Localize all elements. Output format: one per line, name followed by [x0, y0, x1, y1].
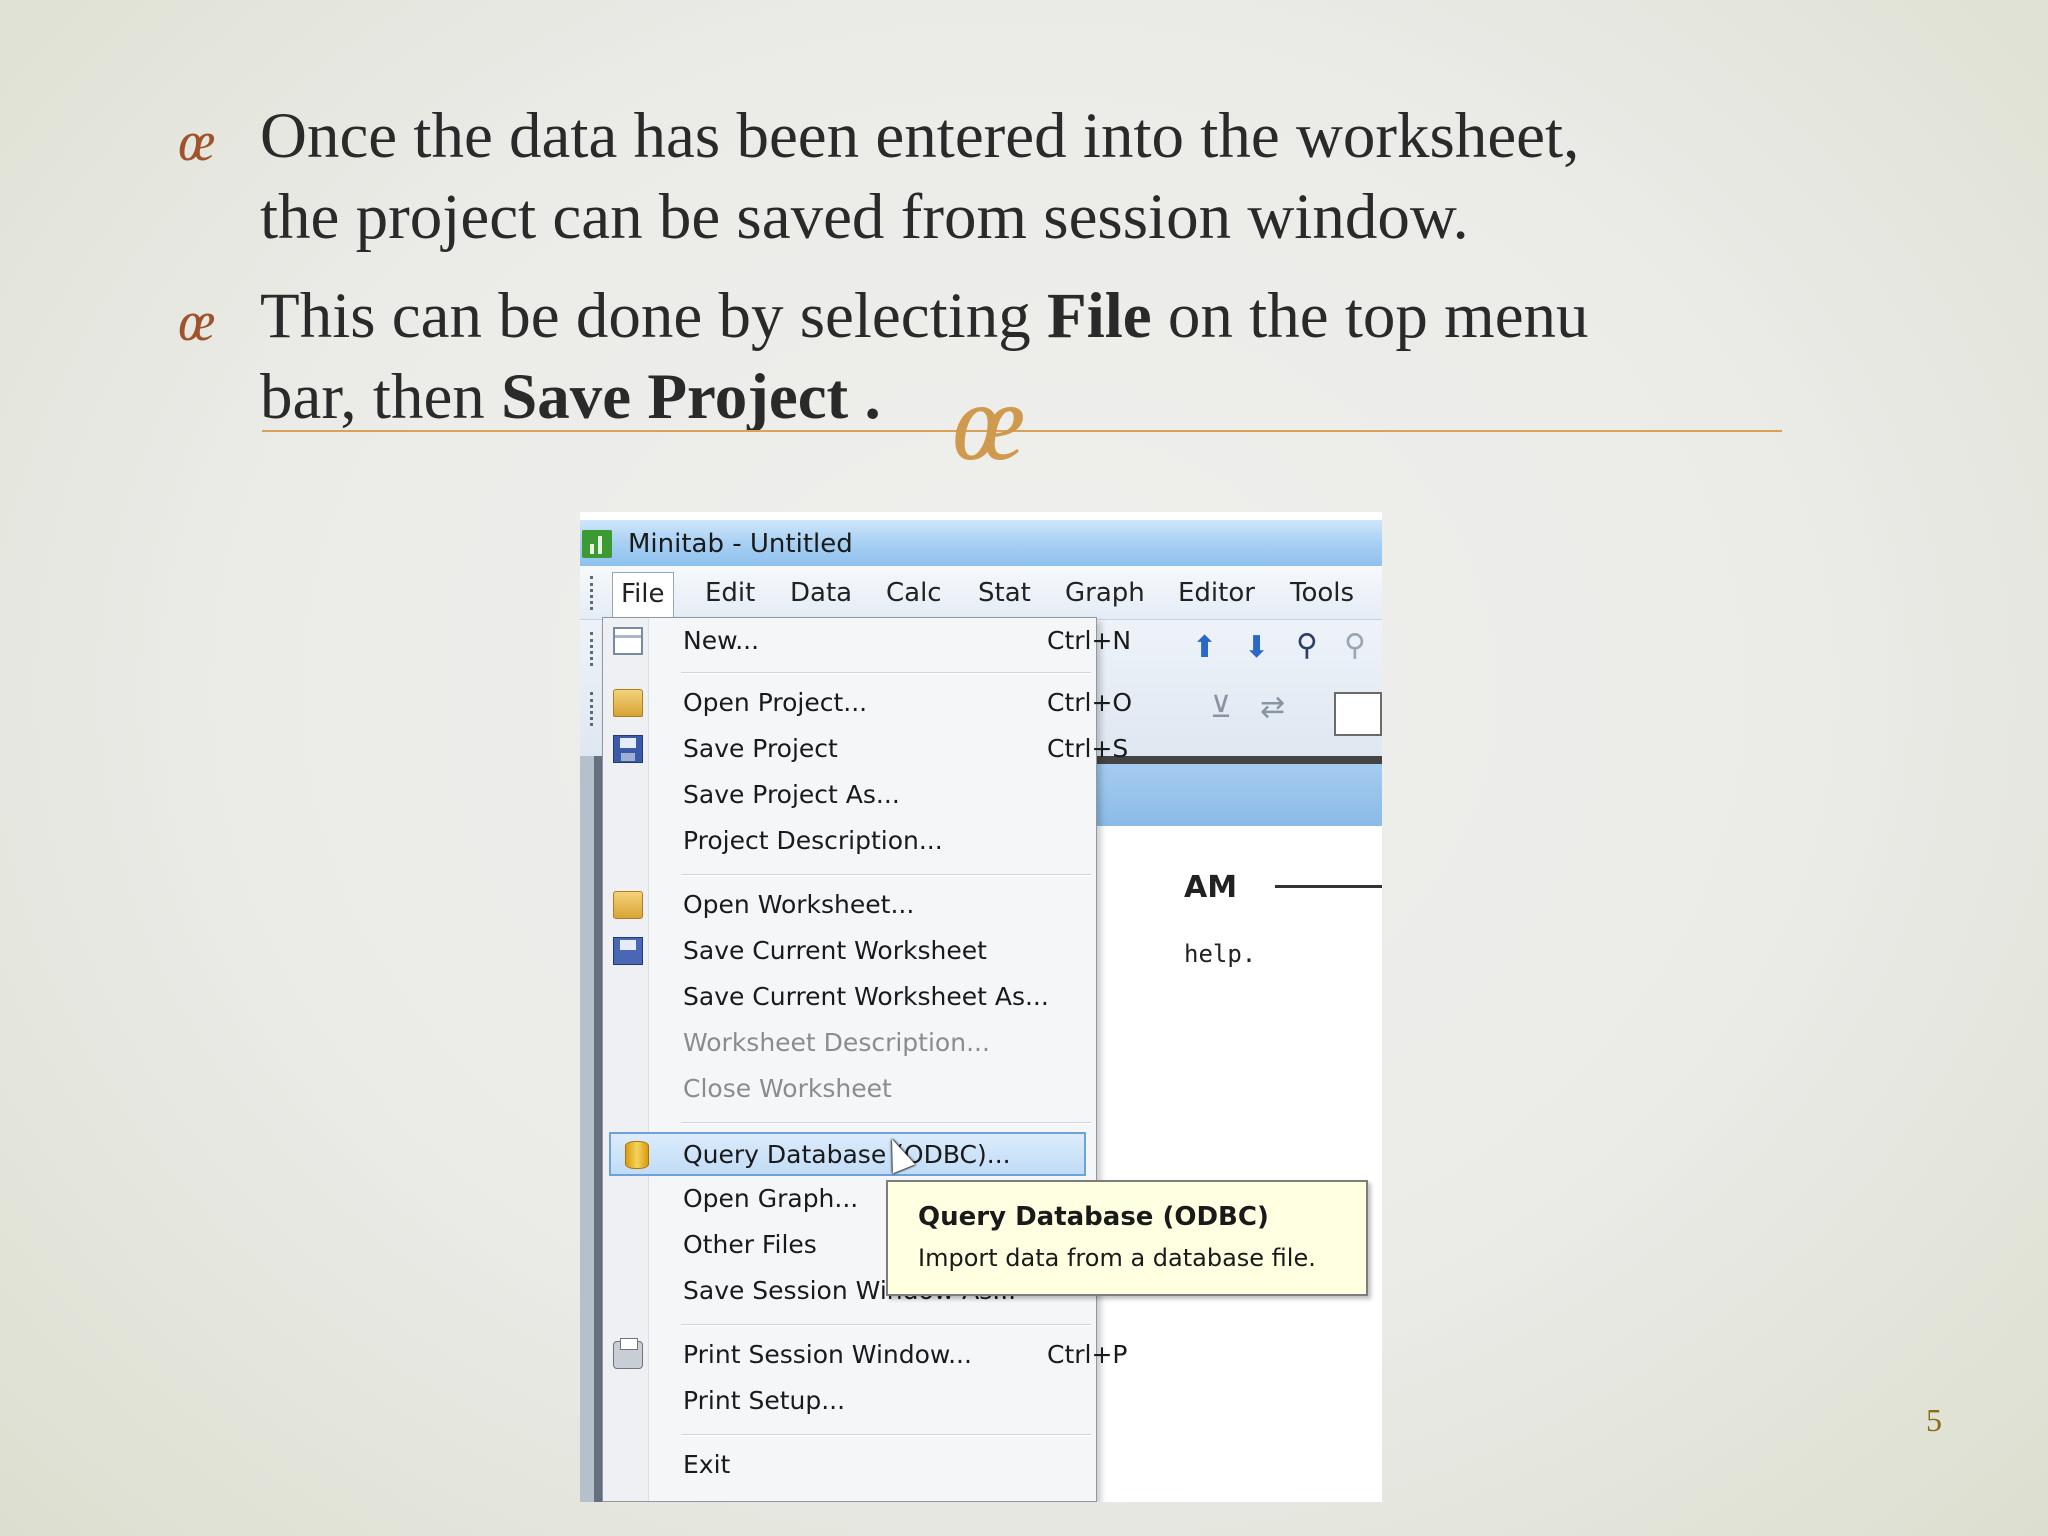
menubar-grip-icon[interactable] — [590, 576, 594, 610]
binoculars-icon[interactable]: ⚲ — [1296, 628, 1318, 663]
open-worksheet-folder-icon — [613, 891, 643, 919]
menu-item-project-description[interactable]: Project Description... — [603, 820, 1096, 864]
minitab-screenshot: Minitab - Untitled File Edit Data Calc S… — [580, 512, 1382, 1502]
bullet-1-line-2: the project can be saved from session wi… — [260, 181, 1469, 253]
bullet-1: œ Once the data has been entered into th… — [178, 96, 1898, 258]
bullet-1-line-1: Once the data has been entered into the … — [260, 100, 1580, 172]
menu-item-label: Open Graph... — [683, 1184, 859, 1213]
menu-item-label: Open Project... — [683, 688, 868, 717]
menu-graph[interactable]: Graph — [1065, 578, 1145, 608]
menu-item-label: Save Current Worksheet — [683, 936, 987, 965]
database-icon — [625, 1141, 649, 1169]
menu-item-query-database[interactable]: Query Database (ODBC)... — [609, 1132, 1086, 1176]
menu-item-label: New... — [683, 626, 760, 655]
menu-item-save-project[interactable]: Save Project Ctrl+S — [603, 728, 1128, 772]
menu-item-save-project-as[interactable]: Save Project As... — [603, 774, 1096, 818]
menu-bar: File Edit Data Calc Stat Graph Editor To… — [580, 566, 1382, 620]
printer-icon — [613, 1338, 643, 1369]
menu-stat[interactable]: Stat — [978, 578, 1031, 608]
menu-item-label: Print Setup... — [683, 1386, 846, 1415]
menu-separator — [681, 1324, 1091, 1326]
menu-item-label: Save Current Worksheet As... — [683, 982, 1049, 1011]
menu-item-open-worksheet[interactable]: Open Worksheet... — [603, 884, 1096, 928]
menu-item-print-session-window[interactable]: Print Session Window... Ctrl+P — [603, 1334, 1128, 1378]
menu-separator — [681, 672, 1091, 674]
bullet-2-bold-save-project: Save Project — [501, 361, 849, 433]
bullet-2-bold-file: File — [1046, 280, 1152, 352]
slide-number: 5 — [1926, 1402, 1942, 1438]
menu-item-save-current-worksheet-as[interactable]: Save Current Worksheet As... — [603, 976, 1096, 1020]
menu-separator — [681, 1434, 1091, 1436]
swap-icon[interactable]: ⇄ — [1260, 690, 1285, 725]
tooltip-title: Query Database (ODBC) — [918, 1202, 1269, 1232]
save-worksheet-disk-icon — [613, 937, 643, 965]
menu-editor[interactable]: Editor — [1178, 578, 1255, 608]
minitab-app-icon — [582, 530, 612, 558]
bullet-ornament-icon: œ — [178, 291, 215, 353]
menu-item-shortcut: Ctrl+P — [1047, 1340, 1128, 1369]
menu-item-label: Close Worksheet — [683, 1074, 892, 1103]
new-worksheet-icon — [613, 627, 643, 655]
menu-item-label: Print Session Window... — [683, 1340, 972, 1369]
window-title: Minitab - Untitled — [628, 529, 853, 559]
menu-item-shortcut: Ctrl+N — [1047, 626, 1132, 655]
save-disk-icon — [613, 735, 643, 763]
menu-item-label: Save Project — [683, 734, 838, 763]
bullet-ornament-icon: œ — [178, 111, 215, 173]
menu-item-label: Open Worksheet... — [683, 890, 915, 919]
menu-item-label: Exit — [683, 1450, 731, 1479]
menu-separator — [681, 874, 1091, 876]
query-database-tooltip: Query Database (ODBC) Import data from a… — [886, 1180, 1368, 1296]
window-titlebar: Minitab - Untitled — [580, 520, 1382, 566]
menu-item-shortcut: Ctrl+O — [1047, 688, 1133, 717]
bullet-2-text: This can be done by selecting — [260, 280, 1047, 352]
bullet-2-suffix: . — [848, 361, 881, 433]
menu-item-label: Query Database (ODBC)... — [683, 1140, 1011, 1169]
menu-item-label: Worksheet Description... — [683, 1028, 990, 1057]
menu-calc[interactable]: Calc — [886, 578, 942, 608]
menu-item-worksheet-description: Worksheet Description... — [603, 1022, 1096, 1066]
bullet-2-text-line2: bar, then — [260, 361, 502, 433]
open-folder-icon — [613, 689, 643, 717]
menu-item-open-project[interactable]: Open Project... Ctrl+O — [603, 682, 1132, 726]
menu-item-shortcut: Ctrl+S — [1047, 734, 1129, 763]
menu-separator — [681, 1122, 1091, 1124]
filter-icon[interactable]: ⊻ — [1210, 690, 1232, 725]
menu-item-exit[interactable]: Exit — [603, 1444, 1096, 1488]
toolbar-combo-box[interactable] — [1334, 692, 1382, 736]
session-help-text: help. — [1184, 940, 1257, 968]
find-next-icon[interactable]: ⚲ — [1344, 628, 1366, 663]
toolbar-grip-icon[interactable] — [590, 692, 594, 726]
menu-data[interactable]: Data — [790, 578, 852, 608]
menu-item-close-worksheet: Close Worksheet — [603, 1068, 1096, 1112]
mdi-frame — [580, 756, 602, 1502]
bullet-2-line-1: This can be done by selecting File on th… — [260, 276, 1898, 357]
toolbar-grip-icon[interactable] — [590, 632, 594, 666]
menu-edit[interactable]: Edit — [705, 578, 755, 608]
menu-tools[interactable]: Tools — [1290, 578, 1354, 608]
menu-item-save-current-worksheet[interactable]: Save Current Worksheet — [603, 930, 1096, 974]
arrow-down-icon[interactable]: ⬇ — [1244, 630, 1269, 665]
menu-item-new[interactable]: New... Ctrl+N — [603, 620, 1131, 664]
bullet-2-text-middle: on the top menu — [1151, 280, 1589, 352]
arrow-up-icon[interactable]: ⬆ — [1192, 630, 1217, 665]
tooltip-description: Import data from a database file. — [918, 1244, 1316, 1272]
session-rule — [1275, 885, 1382, 888]
file-menu-dropdown: New... Ctrl+N Open Project... Ctrl+O Sav… — [602, 617, 1132, 1502]
session-heading: AM — [1184, 870, 1238, 905]
menu-item-label: Other Files — [683, 1230, 817, 1259]
menu-file[interactable]: File — [612, 572, 674, 620]
menu-item-print-setup[interactable]: Print Setup... — [603, 1380, 1096, 1424]
flourish-ornament-icon: œ — [952, 361, 1026, 483]
menu-item-label: Save Project As... — [683, 780, 900, 809]
menu-item-label: Project Description... — [683, 826, 943, 855]
